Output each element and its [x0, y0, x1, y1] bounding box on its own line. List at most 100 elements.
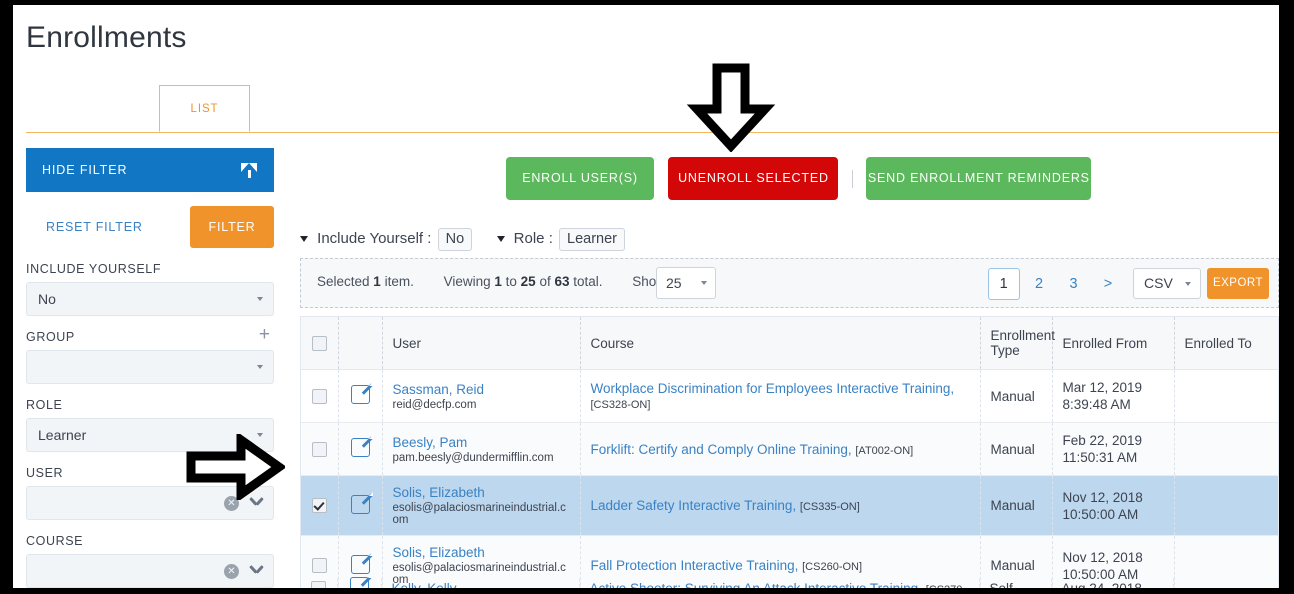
- partial-row-table: Kelly, Kelly Active Shooter: Surviving A…: [300, 577, 1279, 588]
- table-row[interactable]: Kelly, Kelly Active Shooter: Surviving A…: [300, 577, 1279, 588]
- viewing-suffix: total.: [569, 274, 603, 289]
- apply-filter-button[interactable]: FILTER: [190, 206, 274, 248]
- field-label: USER: [26, 466, 64, 480]
- row-enrolled-to: [1174, 422, 1278, 476]
- edit-icon[interactable]: [349, 577, 372, 588]
- table-row[interactable]: Beesly, Pam pam.beesly@dundermifflin.com…: [301, 422, 1278, 476]
- enroll-users-button[interactable]: ENROLL USER(S): [506, 157, 654, 200]
- export-button[interactable]: EXPORT: [1207, 268, 1269, 299]
- page-next-button[interactable]: >: [1093, 269, 1123, 299]
- course-link[interactable]: Fall Protection Interactive Training,: [591, 558, 799, 573]
- field-label: COURSE: [26, 534, 84, 548]
- course-link[interactable]: Ladder Safety Interactive Training,: [591, 498, 797, 513]
- edit-icon[interactable]: [350, 435, 373, 457]
- row-edit-cell: [338, 475, 383, 536]
- course-autocomplete[interactable]: ✕: [26, 554, 274, 588]
- filter-sidebar: HIDE FILTER RESET FILTER FILTER INCLUDE …: [26, 148, 274, 588]
- row-user-cell: Sassman, Reid reid@decfp.com: [382, 369, 581, 423]
- filter-field-role: ROLE Learner: [26, 398, 274, 452]
- course-link[interactable]: Active Shooter: Surviving An Attack Inte…: [590, 581, 922, 589]
- row-course-cell: Workplace Discrimination for Employees I…: [580, 369, 981, 423]
- group-select[interactable]: [26, 350, 274, 384]
- row-checkbox[interactable]: [311, 558, 327, 574]
- field-label: INCLUDE YOURSELF: [26, 262, 162, 276]
- hide-filter-label: HIDE FILTER: [42, 163, 128, 177]
- row-user-cell: Beesly, Pam pam.beesly@dundermifflin.com: [382, 422, 581, 476]
- page-button-3[interactable]: 3: [1059, 269, 1089, 299]
- reset-filter-button[interactable]: RESET FILTER: [46, 206, 143, 248]
- enrolled-from-time: 10:50:00 AM: [1062, 506, 1139, 522]
- selected-suffix: item.: [380, 274, 414, 289]
- page-button-2[interactable]: 2: [1024, 269, 1054, 299]
- row-checkbox[interactable]: [311, 441, 327, 457]
- clear-icon[interactable]: ✕: [224, 564, 239, 579]
- user-link[interactable]: Kelly, Kelly: [392, 581, 569, 589]
- user-link[interactable]: Sassman, Reid: [393, 382, 570, 397]
- header-edit: [338, 316, 383, 370]
- field-label: ROLE: [26, 398, 63, 412]
- header-enrolled-to[interactable]: Enrolled To: [1174, 316, 1278, 370]
- row-edit-cell: [338, 422, 383, 476]
- header-enrollment-type[interactable]: Enrollment Type: [980, 316, 1055, 370]
- course-code: [CS328-ON]: [590, 399, 651, 411]
- selected-prefix: Selected: [317, 274, 374, 289]
- table-row[interactable]: Sassman, Reid reid@decfp.com Workplace D…: [301, 369, 1278, 423]
- header-course[interactable]: Course: [580, 316, 981, 370]
- enrolled-from-date: Nov 12, 2018: [1062, 489, 1143, 505]
- filter-caret-icon[interactable]: [496, 236, 505, 243]
- row-user-cell: Solis, Elizabeth esolis@palaciosmarinein…: [382, 475, 581, 536]
- viewing-to: 25: [520, 274, 536, 289]
- row-course-cell: Active Shooter: Surviving An Attack Inte…: [579, 577, 980, 589]
- clear-icon[interactable]: ✕: [224, 496, 239, 511]
- header-select-all: [301, 316, 339, 370]
- user-email: esolis@palaciosmarineindustrial.com: [392, 502, 566, 526]
- page-button-1[interactable]: 1: [987, 268, 1020, 300]
- row-checkbox[interactable]: [311, 498, 327, 514]
- user-link[interactable]: Solis, Elizabeth: [393, 545, 570, 560]
- screenshot-frame: Enrollments LIST HIDE FILTER RESET FILTE…: [0, 0, 1294, 594]
- row-select-cell: [301, 475, 339, 536]
- course-link[interactable]: Forklift: Certify and Comply Online Trai…: [591, 442, 852, 457]
- row-enrollment-type: Manual: [980, 369, 1053, 423]
- user-autocomplete[interactable]: ✕: [26, 486, 274, 520]
- applied-filter-value-role[interactable]: Learner: [559, 228, 626, 251]
- table-row-partial[interactable]: Kelly, Kelly Active Shooter: Surviving A…: [300, 577, 1279, 588]
- enrolled-from-time: 8:39:48 AM: [1062, 397, 1131, 412]
- table-head: User Course Enrollment Type Enrolled Fro…: [301, 316, 1278, 370]
- hide-filter-button[interactable]: HIDE FILTER: [26, 148, 274, 192]
- filter-caret-icon[interactable]: [300, 236, 308, 243]
- header-enrolled-from[interactable]: Enrolled From: [1052, 316, 1175, 370]
- add-group-icon[interactable]: +: [259, 325, 270, 344]
- edit-icon[interactable]: [350, 491, 373, 514]
- row-enrolled-from: Nov 12, 2018 10:50:00 AM: [1052, 475, 1175, 536]
- unenroll-selected-button[interactable]: UNENROLL SELECTED: [668, 157, 839, 200]
- export-format-select[interactable]: CSV: [1133, 268, 1201, 299]
- row-select-cell: [301, 369, 339, 423]
- role-select[interactable]: Learner: [26, 418, 274, 452]
- page-size-select[interactable]: 25: [656, 267, 716, 299]
- tab-list[interactable]: LIST: [159, 85, 250, 132]
- viewing-from: 1: [494, 274, 502, 289]
- applied-filter-value-include-yourself[interactable]: No: [437, 228, 473, 251]
- user-email: pam.beesly@dundermifflin.com: [392, 451, 554, 464]
- user-link[interactable]: Solis, Elizabeth: [393, 485, 570, 500]
- send-enrollment-reminders-button[interactable]: SEND ENROLLMENT REMINDERS: [866, 157, 1092, 200]
- enrolled-from-date: Mar 12, 2019: [1062, 380, 1143, 395]
- include-yourself-select[interactable]: No: [26, 282, 274, 316]
- chevron-down-icon[interactable]: [250, 497, 263, 510]
- row-checkbox[interactable]: [310, 580, 326, 588]
- row-course-cell: Ladder Safety Interactive Training, [CS3…: [580, 475, 981, 536]
- header-user[interactable]: User: [382, 316, 581, 370]
- enrollments-table-wrapper[interactable]: User Course Enrollment Type Enrolled Fro…: [300, 316, 1279, 588]
- row-checkbox[interactable]: [311, 388, 327, 404]
- chevron-down-icon[interactable]: [250, 565, 263, 578]
- user-link[interactable]: Beesly, Pam: [393, 435, 570, 450]
- course-link[interactable]: Workplace Discrimination for Employees I…: [591, 381, 955, 396]
- course-code: [CS260-ON]: [802, 561, 863, 573]
- select-all-checkbox[interactable]: [311, 335, 327, 351]
- row-enrolled-to: [1174, 369, 1278, 423]
- table-row[interactable]: Solis, Elizabeth esolis@palaciosmarinein…: [301, 475, 1278, 536]
- row-select-cell: [300, 577, 338, 588]
- edit-icon[interactable]: [350, 382, 373, 404]
- edit-icon[interactable]: [350, 551, 373, 574]
